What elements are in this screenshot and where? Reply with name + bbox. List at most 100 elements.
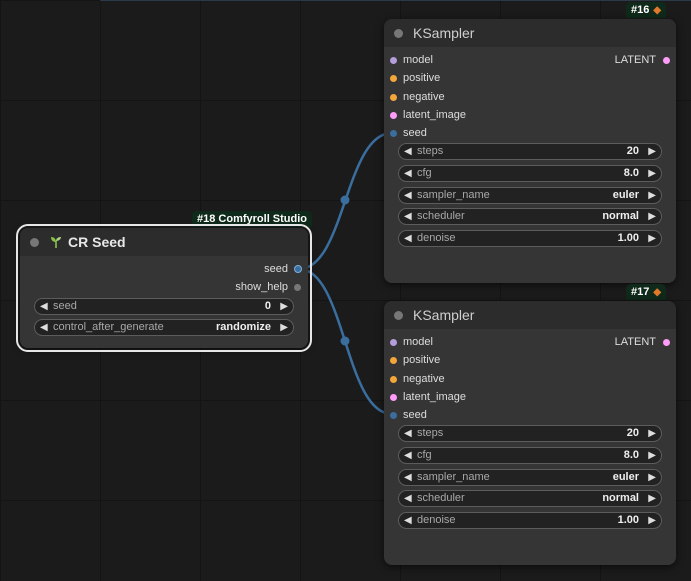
output-seed-dot[interactable]: [294, 265, 302, 273]
decrement-arrow-icon[interactable]: ◀: [404, 231, 412, 246]
canvas-top-edge: [100, 0, 691, 1]
widget-value: euler: [612, 189, 639, 201]
input-positive-dot[interactable]: [390, 75, 397, 82]
widget-steps[interactable]: ◀ steps 20 ▶: [398, 143, 662, 160]
input-positive-dot[interactable]: [390, 357, 397, 364]
decrement-arrow-icon[interactable]: ◀: [404, 470, 412, 485]
increment-arrow-icon[interactable]: ▶: [280, 320, 288, 335]
node-header[interactable]: KSampler: [384, 301, 676, 329]
widget-label: scheduler: [417, 210, 465, 222]
output-latent[interactable]: LATENT: [615, 51, 656, 69]
decrement-arrow-icon[interactable]: ◀: [404, 188, 412, 203]
widget-control-after-generate[interactable]: ◀ control_after_generate randomize ▶: [34, 319, 294, 336]
increment-arrow-icon[interactable]: ▶: [648, 448, 656, 463]
widget-seed[interactable]: ◀ seed 0 ▶: [34, 298, 294, 315]
input-seed-dot[interactable]: [390, 130, 397, 137]
widget-cfg[interactable]: ◀ cfg 8.0 ▶: [398, 447, 662, 464]
widget-label: cfg: [417, 167, 432, 179]
ksampler-node-16[interactable]: KSampler model LATENT positive negative …: [384, 19, 676, 283]
input-negative[interactable]: negative: [403, 88, 445, 106]
link-midpoint-16[interactable]: [340, 195, 350, 205]
node-title: KSampler: [413, 25, 475, 41]
widget-sampler-name[interactable]: ◀ sampler_name euler ▶: [398, 469, 662, 486]
slot-label: latent_image: [403, 109, 466, 121]
input-positive[interactable]: positive: [403, 351, 440, 369]
decrement-arrow-icon[interactable]: ◀: [404, 491, 412, 506]
widget-value: 20: [626, 427, 639, 439]
input-negative-dot[interactable]: [390, 94, 397, 101]
input-model-dot[interactable]: [390, 57, 397, 64]
node-badge: #18 Comfyroll Studio: [192, 211, 313, 227]
increment-arrow-icon[interactable]: ▶: [648, 491, 656, 506]
widget-label: scheduler: [417, 492, 465, 504]
collapse-toggle[interactable]: [30, 237, 39, 247]
input-latent-image-dot[interactable]: [390, 112, 397, 119]
increment-arrow-icon[interactable]: ▶: [648, 513, 656, 528]
decrement-arrow-icon[interactable]: ◀: [404, 513, 412, 528]
collapse-toggle[interactable]: [394, 310, 403, 320]
output-show-help-dot[interactable]: [294, 284, 301, 291]
link-seed-to-ksampler-16[interactable]: [298, 131, 393, 271]
input-seed[interactable]: seed: [403, 124, 427, 142]
increment-arrow-icon[interactable]: ▶: [648, 231, 656, 246]
increment-arrow-icon[interactable]: ▶: [648, 209, 656, 224]
output-latent-dot[interactable]: [663, 57, 670, 64]
widget-label: denoise: [417, 514, 456, 526]
input-negative-dot[interactable]: [390, 376, 397, 383]
increment-arrow-icon[interactable]: ▶: [648, 144, 656, 159]
slot-label: LATENT: [614, 336, 656, 348]
sprout-icon: [51, 237, 61, 248]
input-seed-dot[interactable]: [390, 412, 397, 419]
decrement-arrow-icon[interactable]: ◀: [404, 209, 412, 224]
widget-cfg[interactable]: ◀ cfg 8.0 ▶: [398, 165, 662, 182]
widget-steps[interactable]: ◀ steps 20 ▶: [398, 425, 662, 442]
ksampler-node-17[interactable]: KSampler model LATENT positive negative …: [384, 301, 676, 565]
increment-arrow-icon[interactable]: ▶: [648, 166, 656, 181]
input-latent-image-dot[interactable]: [390, 394, 397, 401]
input-latent-image[interactable]: latent_image: [403, 106, 466, 124]
node-header[interactable]: CR Seed: [20, 228, 308, 256]
decrement-arrow-icon[interactable]: ◀: [404, 166, 412, 181]
widget-scheduler[interactable]: ◀ scheduler normal ▶: [398, 208, 662, 225]
decrement-arrow-icon[interactable]: ◀: [404, 426, 412, 441]
input-model[interactable]: model: [403, 51, 433, 69]
output-latent-dot[interactable]: [663, 339, 670, 346]
increment-arrow-icon[interactable]: ▶: [280, 299, 288, 314]
widget-value: randomize: [215, 321, 271, 333]
widget-label: steps: [417, 145, 444, 157]
decrement-arrow-icon[interactable]: ◀: [40, 320, 48, 335]
collapse-toggle[interactable]: [394, 28, 403, 38]
widget-denoise[interactable]: ◀ denoise 1.00 ▶: [398, 230, 662, 247]
decrement-arrow-icon[interactable]: ◀: [404, 144, 412, 159]
node-header[interactable]: KSampler: [384, 19, 676, 47]
increment-arrow-icon[interactable]: ▶: [648, 188, 656, 203]
input-model-dot[interactable]: [390, 339, 397, 346]
input-model[interactable]: model: [403, 333, 433, 351]
widget-sampler-name[interactable]: ◀ sampler_name euler ▶: [398, 187, 662, 204]
input-negative[interactable]: negative: [403, 370, 445, 388]
output-show-help[interactable]: show_help: [235, 278, 288, 296]
fox-icon: ◆: [653, 5, 662, 16]
widget-label: steps: [417, 427, 444, 439]
widget-value: 8.0: [623, 449, 639, 461]
badge-text: #16: [631, 4, 650, 16]
decrement-arrow-icon[interactable]: ◀: [404, 448, 412, 463]
output-latent[interactable]: LATENT: [615, 333, 656, 351]
widget-denoise[interactable]: ◀ denoise 1.00 ▶: [398, 512, 662, 529]
increment-arrow-icon[interactable]: ▶: [648, 426, 656, 441]
widget-label: sampler_name: [417, 471, 490, 483]
node-title: CR Seed: [68, 234, 126, 250]
widget-label: control_after_generate: [53, 321, 164, 333]
widget-label: cfg: [417, 449, 432, 461]
increment-arrow-icon[interactable]: ▶: [648, 470, 656, 485]
widget-scheduler[interactable]: ◀ scheduler normal ▶: [398, 490, 662, 507]
input-positive[interactable]: positive: [403, 69, 440, 87]
input-seed[interactable]: seed: [403, 406, 427, 424]
link-seed-to-ksampler-17[interactable]: [298, 267, 393, 416]
input-latent-image[interactable]: latent_image: [403, 388, 466, 406]
cr-seed-node[interactable]: CR Seed seed show_help ◀ seed 0 ▶ ◀ cont…: [16, 224, 312, 352]
slot-label: seed: [264, 263, 288, 275]
decrement-arrow-icon[interactable]: ◀: [40, 299, 48, 314]
output-seed[interactable]: seed: [264, 260, 288, 278]
link-midpoint-17[interactable]: [340, 336, 350, 346]
